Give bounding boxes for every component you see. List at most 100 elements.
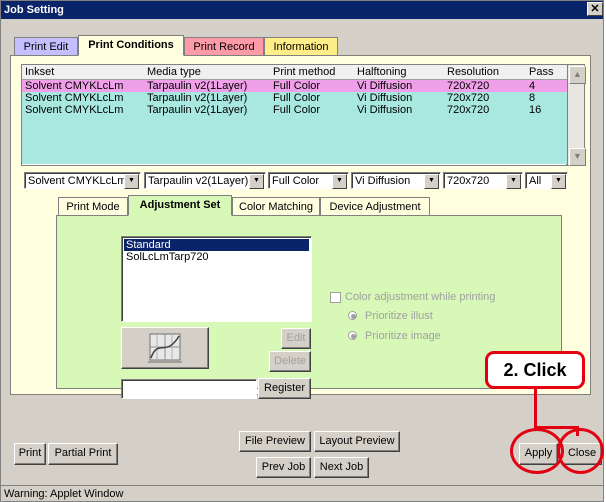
scroll-down-icon[interactable]: ▼ bbox=[569, 148, 586, 166]
table-empty-cell[interactable] bbox=[270, 116, 356, 128]
table-cell[interactable]: 16 bbox=[526, 104, 572, 116]
table-empty-cell[interactable] bbox=[144, 116, 272, 128]
print-method-select-value: Full Color bbox=[272, 175, 320, 187]
adjustment-set-list[interactable]: Standard SolLcLmTarp720 bbox=[121, 236, 312, 322]
table-cell[interactable]: Solvent CMYKLcLm bbox=[22, 80, 145, 92]
tab-device-adjustment[interactable]: Device Adjustment bbox=[320, 197, 430, 216]
table-empty-cell[interactable] bbox=[444, 116, 528, 128]
resolution-select-value: 720x720 bbox=[447, 175, 490, 187]
table-cell[interactable]: 8 bbox=[526, 92, 572, 104]
dropdown-arrow-icon[interactable]: ▼ bbox=[124, 174, 139, 189]
dropdown-arrow-icon[interactable]: ▼ bbox=[424, 174, 439, 189]
pass-select[interactable]: All ▼ bbox=[525, 172, 568, 189]
halftoning-select[interactable]: Vi Diffusion ▼ bbox=[351, 172, 441, 189]
resolution-select[interactable]: 720x720 ▼ bbox=[443, 172, 523, 189]
curve-graph-button[interactable] bbox=[121, 327, 209, 369]
table-empty-cell[interactable] bbox=[526, 152, 572, 164]
table-empty-cell[interactable] bbox=[270, 140, 356, 152]
close-window-icon[interactable]: ✕ bbox=[587, 2, 603, 16]
table-cell[interactable]: Full Color bbox=[270, 104, 356, 116]
table-cell[interactable]: Full Color bbox=[270, 80, 356, 92]
conditions-table: Inkset Media type Print method Halftonin… bbox=[21, 64, 572, 166]
table-empty-cell[interactable] bbox=[22, 128, 145, 140]
table-scrollbar[interactable]: ▲ ▼ bbox=[567, 64, 586, 166]
table-cell[interactable]: 4 bbox=[526, 80, 572, 92]
print-button[interactable]: Print bbox=[14, 443, 46, 465]
tab-adjustment-set[interactable]: Adjustment Set bbox=[128, 195, 232, 216]
tab-color-matching[interactable]: Color Matching bbox=[232, 197, 320, 216]
color-adjustment-label: Color adjustment while printing bbox=[345, 291, 496, 303]
tab-print-mode[interactable]: Print Mode bbox=[58, 197, 128, 216]
dropdown-arrow-icon[interactable]: ▼ bbox=[551, 174, 566, 189]
table-empty-cell[interactable] bbox=[526, 128, 572, 140]
pass-select-value: All bbox=[529, 175, 542, 187]
dropdown-arrow-icon[interactable]: ▼ bbox=[249, 174, 264, 189]
column-header-resolution[interactable]: Resolution bbox=[444, 65, 528, 80]
table-cell[interactable]: Full Color bbox=[270, 92, 356, 104]
table-empty-cell[interactable] bbox=[22, 152, 145, 164]
table-cell[interactable]: Tarpaulin v2(1Layer) bbox=[144, 104, 272, 116]
table-empty-cell[interactable] bbox=[354, 128, 446, 140]
table-empty-cell[interactable] bbox=[444, 128, 528, 140]
table-empty-cell[interactable] bbox=[444, 152, 528, 164]
table-empty-cell[interactable] bbox=[526, 140, 572, 152]
tab-print-conditions[interactable]: Print Conditions bbox=[78, 35, 184, 56]
tab-information[interactable]: Information bbox=[264, 37, 338, 56]
media-type-select-value: Tarpaulin v2(1Layer) bbox=[148, 175, 249, 187]
status-bar: Warning: Applet Window bbox=[1, 485, 603, 501]
media-type-select[interactable]: Tarpaulin v2(1Layer) ▼ bbox=[144, 172, 266, 189]
table-cell[interactable]: Vi Diffusion bbox=[354, 80, 446, 92]
inkset-select-value: Solvent CMYKLcLm bbox=[28, 175, 127, 187]
table-empty-cell[interactable] bbox=[354, 140, 446, 152]
window-title: Job Setting bbox=[1, 1, 603, 19]
column-header-halftoning[interactable]: Halftoning bbox=[354, 65, 446, 80]
list-item[interactable]: SolLcLmTarp720 bbox=[124, 251, 309, 263]
file-preview-button[interactable]: File Preview bbox=[239, 431, 311, 452]
table-cell[interactable]: 720x720 bbox=[444, 104, 528, 116]
table-cell[interactable]: Vi Diffusion bbox=[354, 92, 446, 104]
column-header-pass[interactable]: Pass bbox=[526, 65, 571, 80]
table-cell[interactable]: Solvent CMYKLcLm bbox=[22, 92, 145, 104]
dropdown-arrow-icon[interactable]: ▼ bbox=[332, 174, 347, 189]
table-empty-cell[interactable] bbox=[444, 140, 528, 152]
table-empty-cell[interactable] bbox=[22, 116, 145, 128]
table-empty-cell[interactable] bbox=[144, 140, 272, 152]
edit-button[interactable]: Edit bbox=[281, 328, 311, 349]
radio-prioritize-illust[interactable] bbox=[348, 311, 357, 320]
table-cell[interactable]: 720x720 bbox=[444, 80, 528, 92]
table-cell[interactable]: 720x720 bbox=[444, 92, 528, 104]
table-cell[interactable]: Tarpaulin v2(1Layer) bbox=[144, 80, 272, 92]
table-empty-cell[interactable] bbox=[354, 152, 446, 164]
column-header-inkset[interactable]: Inkset bbox=[22, 65, 145, 80]
table-empty-cell[interactable] bbox=[270, 128, 356, 140]
delete-button[interactable]: Delete bbox=[269, 351, 311, 372]
register-name-input[interactable] bbox=[121, 379, 257, 399]
table-empty-cell[interactable] bbox=[270, 152, 356, 164]
table-empty-cell[interactable] bbox=[354, 116, 446, 128]
radio-prioritize-illust-label: Prioritize illust bbox=[365, 310, 433, 322]
print-method-select[interactable]: Full Color ▼ bbox=[268, 172, 349, 189]
table-empty-cell[interactable] bbox=[526, 116, 572, 128]
radio-prioritize-image[interactable] bbox=[348, 331, 357, 340]
next-job-button[interactable]: Next Job bbox=[314, 457, 369, 478]
table-empty-cell[interactable] bbox=[144, 128, 272, 140]
scroll-up-icon[interactable]: ▲ bbox=[569, 66, 586, 84]
layout-preview-button[interactable]: Layout Preview bbox=[314, 431, 400, 452]
color-adjustment-checkbox[interactable] bbox=[330, 292, 341, 303]
table-cell[interactable]: Solvent CMYKLcLm bbox=[22, 104, 145, 116]
tab-print-edit[interactable]: Print Edit bbox=[14, 37, 78, 56]
callout-label: 2. Click bbox=[485, 351, 585, 389]
table-empty-cell[interactable] bbox=[22, 140, 145, 152]
column-header-print-method[interactable]: Print method bbox=[270, 65, 356, 80]
partial-print-button[interactable]: Partial Print bbox=[48, 443, 118, 465]
inkset-select[interactable]: Solvent CMYKLcLm ▼ bbox=[24, 172, 141, 189]
dropdown-arrow-icon[interactable]: ▼ bbox=[506, 174, 521, 189]
tab-print-record[interactable]: Print Record bbox=[184, 37, 264, 56]
table-cell[interactable]: Tarpaulin v2(1Layer) bbox=[144, 92, 272, 104]
column-header-media-type[interactable]: Media type bbox=[144, 65, 272, 80]
table-cell[interactable]: Vi Diffusion bbox=[354, 104, 446, 116]
prev-job-button[interactable]: Prev Job bbox=[256, 457, 311, 478]
table-empty-cell[interactable] bbox=[144, 152, 272, 164]
list-item[interactable]: Standard bbox=[124, 239, 309, 251]
register-button[interactable]: Register bbox=[258, 378, 311, 399]
